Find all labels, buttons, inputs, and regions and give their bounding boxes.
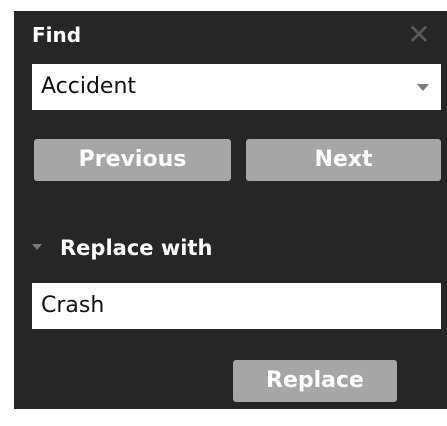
replace-input[interactable]: Crash xyxy=(32,283,441,329)
replace-button[interactable]: Replace xyxy=(233,360,397,402)
replace-value: Crash xyxy=(41,293,105,318)
find-replace-panel: Find ✕ Accident Previous Next Replace wi… xyxy=(14,11,447,409)
next-button[interactable]: Next xyxy=(246,139,441,181)
previous-button[interactable]: Previous xyxy=(34,139,231,181)
find-title: Find xyxy=(32,23,82,47)
collapse-triangle-icon xyxy=(32,244,42,250)
chevron-down-icon[interactable] xyxy=(417,84,429,91)
find-combobox[interactable]: Accident xyxy=(32,64,441,110)
replace-section-label: Replace with xyxy=(60,236,213,260)
close-icon[interactable]: ✕ xyxy=(405,21,433,49)
find-value: Accident xyxy=(41,74,137,99)
